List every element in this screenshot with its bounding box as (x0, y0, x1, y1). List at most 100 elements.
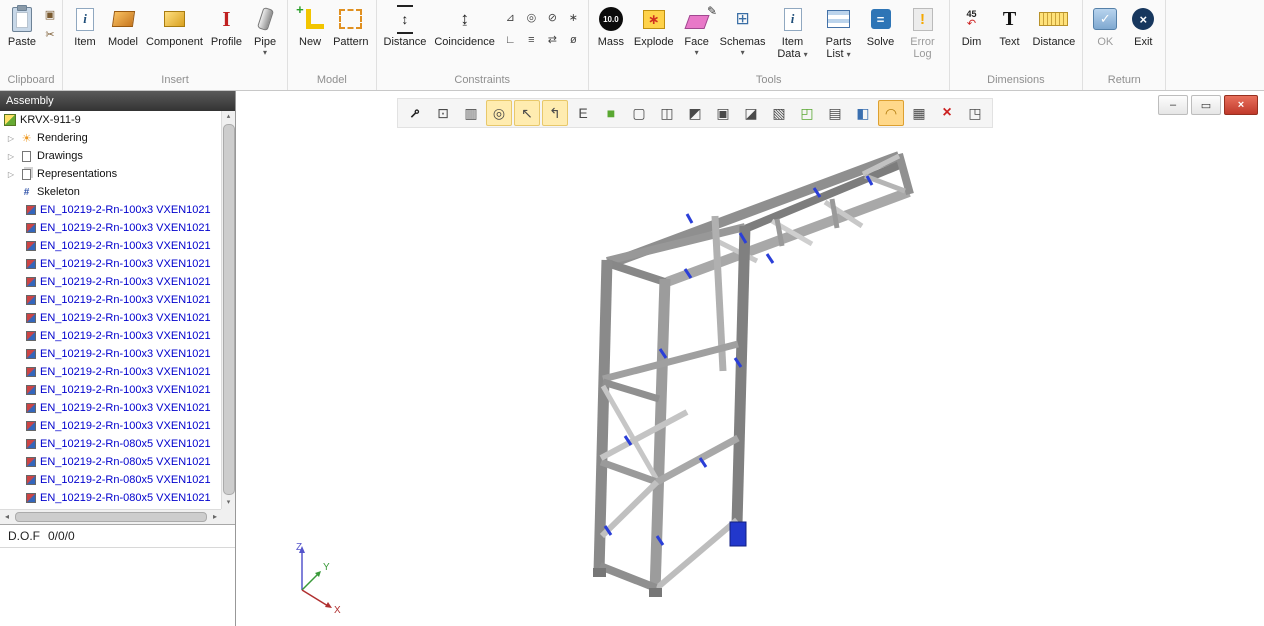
constraint-coincidence-button[interactable]: ↨ Coincidence (430, 2, 499, 72)
schemas-button[interactable]: ⊞ Schemas ▾ (716, 2, 770, 72)
mass-button[interactable]: 10.0 Mass (592, 2, 630, 72)
section-view-icon[interactable]: ▧ (766, 100, 792, 126)
tree-part-item[interactable]: EN_10219-2-Rn-100x3 VXEN1021 (0, 363, 221, 381)
tree-item-rendering[interactable]: ▷ ☀ Rendering (0, 129, 221, 147)
tree-horizontal-scrollbar[interactable]: ◂ ▸ (0, 509, 222, 524)
tree-part-item[interactable]: EN_10219-2-Rn-100x3 VXEN1021 (0, 345, 221, 363)
tree-part-item[interactable]: EN_10219-2-Rn-100x3 VXEN1021 (0, 309, 221, 327)
perpendicular-constraint-icon[interactable]: ∟ (501, 30, 520, 49)
item-data-button[interactable]: i Item Data ▾ (770, 2, 816, 72)
box-display-icon[interactable]: ▣ (710, 100, 736, 126)
tangent-constraint-icon[interactable]: ⊘ (543, 8, 562, 27)
select-element-icon[interactable]: E (570, 100, 596, 126)
assembly-tree: KRVX-911-9 ▷ ☀ Rendering ▷ Drawings ▷ Re… (0, 111, 221, 509)
tree-part-item[interactable]: EN_10219-2-Rn-080x5 VXEN1021 (0, 489, 221, 507)
viewport-toolbar: ⊸⊡▥◎↖↰E■▢◫◩▣◪▧◰▤◧◠▦×◳ (397, 98, 993, 128)
tree-part-item[interactable]: EN_10219-2-Rn-100x3 VXEN1021 (0, 219, 221, 237)
tree-part-item[interactable]: EN_10219-2-Rn-100x3 VXEN1021 (0, 381, 221, 399)
tree-root-item[interactable]: KRVX-911-9 (0, 111, 221, 129)
solve-button[interactable]: = Solve (862, 2, 900, 72)
cut-button[interactable]: ✂ (41, 26, 59, 43)
insert-component-button[interactable]: Component (142, 2, 207, 72)
tree-part-item[interactable]: EN_10219-2-Rn-100x3 VXEN1021 (0, 237, 221, 255)
close-button[interactable]: × (1224, 95, 1258, 115)
hidden-line-view-icon[interactable]: ◫ (654, 100, 680, 126)
scroll-left-icon[interactable]: ◂ (0, 510, 14, 524)
insert-model-button[interactable]: Model (104, 2, 142, 72)
vertical-scroll-thumb[interactable] (223, 124, 235, 495)
pin-icon[interactable]: ⊸ (402, 100, 428, 126)
feature-list-icon[interactable]: ▤ (822, 100, 848, 126)
parallel-constraint-icon[interactable]: ≡ (522, 30, 541, 49)
tree-part-item[interactable]: EN_10219-2-Rn-100x3 VXEN1021 (0, 291, 221, 309)
expand-arrow-icon[interactable]: ▷ (6, 152, 16, 161)
scroll-right-icon[interactable]: ▸ (208, 510, 222, 524)
expand-arrow-icon[interactable]: ▷ (6, 134, 16, 143)
parts-list-button[interactable]: Parts List ▾ (816, 2, 862, 72)
tree-part-item[interactable]: EN_10219-2-Rn-100x3 VXEN1021 (0, 417, 221, 435)
face-button[interactable]: Face ▾ (678, 2, 716, 72)
dim-button[interactable]: 45 ↶ Dim (953, 2, 991, 72)
chevron-down-icon[interactable]: ▾ (695, 48, 699, 57)
tree-item-drawings[interactable]: ▷ Drawings (0, 147, 221, 165)
tree-vertical-scrollbar[interactable]: ▴ ▾ (221, 111, 235, 509)
tree-part-item[interactable]: EN_10219-2-Rn-100x3 VXEN1021 (0, 201, 221, 219)
model-3d[interactable] (567, 136, 927, 601)
horizontal-scroll-thumb[interactable] (15, 512, 207, 522)
minimize-button[interactable]: – (1158, 95, 1188, 115)
tree-part-item[interactable]: EN_10219-2-Rn-100x3 VXEN1021 (0, 399, 221, 417)
scroll-down-icon[interactable]: ▾ (222, 497, 235, 509)
concentric-constraint-icon[interactable]: ◎ (522, 8, 541, 27)
chevron-down-icon[interactable]: ▾ (847, 50, 851, 59)
insert-item-button[interactable]: i Item (66, 2, 104, 72)
insert-profile-button[interactable]: I Profile (207, 2, 246, 72)
maximize-button[interactable]: ▭ (1191, 95, 1221, 115)
insert-pipe-button[interactable]: Pipe ▾ (246, 2, 284, 72)
explode-button[interactable]: ∗ Explode (630, 2, 678, 72)
chevron-down-icon[interactable]: ▾ (263, 48, 267, 57)
viewport-3d[interactable]: ⊸⊡▥◎↖↰E■▢◫◩▣◪▧◰▤◧◠▦×◳ – ▭ × (237, 91, 1264, 626)
diameter-constraint-icon[interactable]: ø (564, 30, 583, 49)
symmetry-constraint-icon[interactable]: ∗ (564, 8, 583, 27)
model-new-button[interactable]: New (291, 2, 329, 72)
item-data-icon: i (784, 8, 802, 31)
snap-edge-icon[interactable]: ↰ (542, 100, 568, 126)
align-constraint-icon[interactable]: ⇄ (543, 30, 562, 49)
scroll-up-icon[interactable]: ▴ (222, 111, 235, 123)
copy-button[interactable]: ▣ (41, 6, 59, 23)
tree-part-item[interactable]: EN_10219-2-Rn-100x3 VXEN1021 (0, 273, 221, 291)
snap-vertex-icon[interactable]: ↖ (514, 100, 540, 126)
angle-constraint-icon[interactable]: ⊿ (501, 8, 520, 27)
paste-button[interactable]: Paste (3, 2, 41, 72)
expand-arrow-icon[interactable]: ▷ (6, 170, 16, 179)
tree-part-item[interactable]: EN_10219-2-Rn-080x5 VXEN1021 (0, 453, 221, 471)
exit-button[interactable]: × Exit (1124, 2, 1162, 72)
zoom-box-icon[interactable]: ⊡ (430, 100, 456, 126)
iso-view-icon[interactable]: ◰ (794, 100, 820, 126)
tree-item-representations[interactable]: ▷ Representations (0, 165, 221, 183)
text-button[interactable]: T Text (991, 2, 1029, 72)
tree-part-item[interactable]: EN_10219-2-Rn-080x5 VXEN1021 (0, 435, 221, 453)
tree-part-item[interactable]: EN_10219-2-Rn-100x3 VXEN1021 (0, 327, 221, 345)
chevron-down-icon[interactable]: ▾ (741, 48, 745, 57)
half-section-view-icon[interactable]: ◪ (738, 100, 764, 126)
measure-icon[interactable]: ▥ (458, 100, 484, 126)
shaded-edges-view-icon[interactable]: ◩ (682, 100, 708, 126)
export-icon[interactable]: ◳ (962, 100, 988, 126)
dim-distance-button[interactable]: Distance (1029, 2, 1080, 72)
model-pattern-button[interactable]: Pattern (329, 2, 372, 72)
tree-item-skeleton[interactable]: # Skeleton (0, 183, 221, 201)
tree-part-item[interactable]: EN_10219-2-Rn-080x5 VXEN1021 (0, 471, 221, 489)
surface-mode-icon[interactable]: ◠ (878, 100, 904, 126)
constraint-distance-button[interactable]: ↕ Distance (380, 2, 431, 72)
wireframe-view-icon[interactable]: ▢ (626, 100, 652, 126)
snap-center-icon[interactable]: ◎ (486, 100, 512, 126)
ok-button[interactable]: ✓ OK (1086, 2, 1124, 72)
delete-icon[interactable]: × (934, 100, 960, 126)
tree-part-item[interactable]: EN_10219-2-Rn-100x3 VXEN1021 (0, 255, 221, 273)
print-icon[interactable]: ▦ (906, 100, 932, 126)
error-log-button[interactable]: ! Error Log (900, 2, 946, 72)
copy-image-icon[interactable]: ◧ (850, 100, 876, 126)
shaded-view-icon[interactable]: ■ (598, 100, 624, 126)
chevron-down-icon[interactable]: ▾ (804, 50, 808, 59)
